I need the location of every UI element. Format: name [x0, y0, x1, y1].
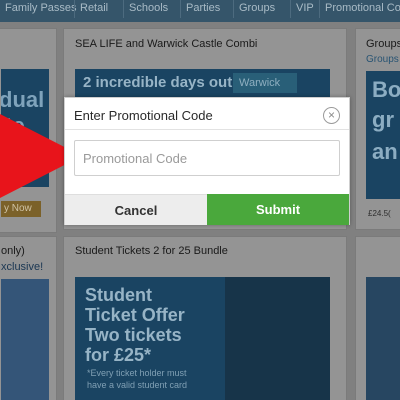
promo-code-input[interactable] [74, 140, 340, 176]
close-icon[interactable]: × [323, 107, 340, 124]
page: Family Passes Retail Schools Parties Gro… [0, 0, 400, 400]
promo-code-dialog: Enter Promotional Code × Cancel Submit [64, 97, 350, 225]
cancel-button[interactable]: Cancel [65, 194, 207, 225]
submit-button[interactable]: Submit [207, 194, 349, 225]
divider [65, 129, 349, 130]
dialog-title: Enter Promotional Code [74, 108, 213, 123]
